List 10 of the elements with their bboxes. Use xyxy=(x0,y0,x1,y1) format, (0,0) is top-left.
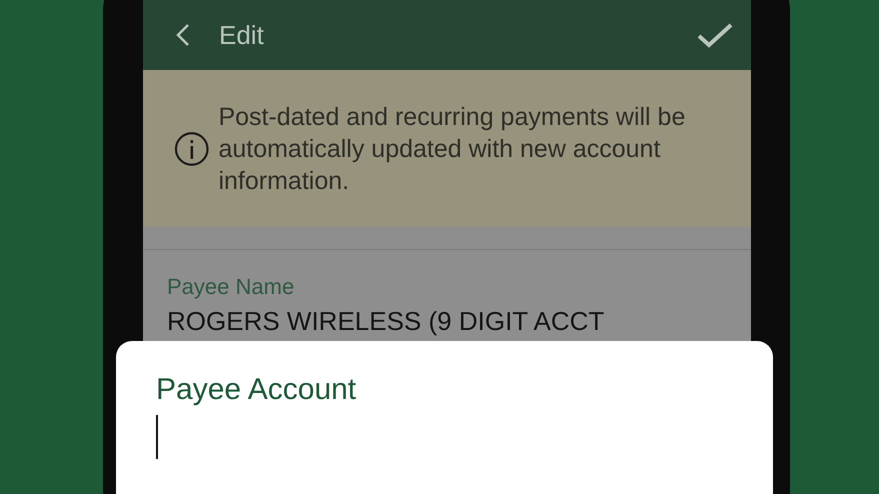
field-label: Payee Name xyxy=(167,274,296,300)
screen-title: Edit xyxy=(219,20,265,50)
info-text: Post-dated and recurring payments will be automatically updated with new account information. xyxy=(218,102,686,196)
field-value: ROGERS WIRELESS (9 DIGIT ACCT xyxy=(167,306,606,337)
back-icon xyxy=(175,23,191,47)
field-label: Payee Account xyxy=(156,373,358,407)
back-button[interactable] xyxy=(175,23,191,47)
checkmark-icon xyxy=(697,22,733,48)
info-icon xyxy=(173,130,210,168)
save-button[interactable] xyxy=(697,22,733,48)
